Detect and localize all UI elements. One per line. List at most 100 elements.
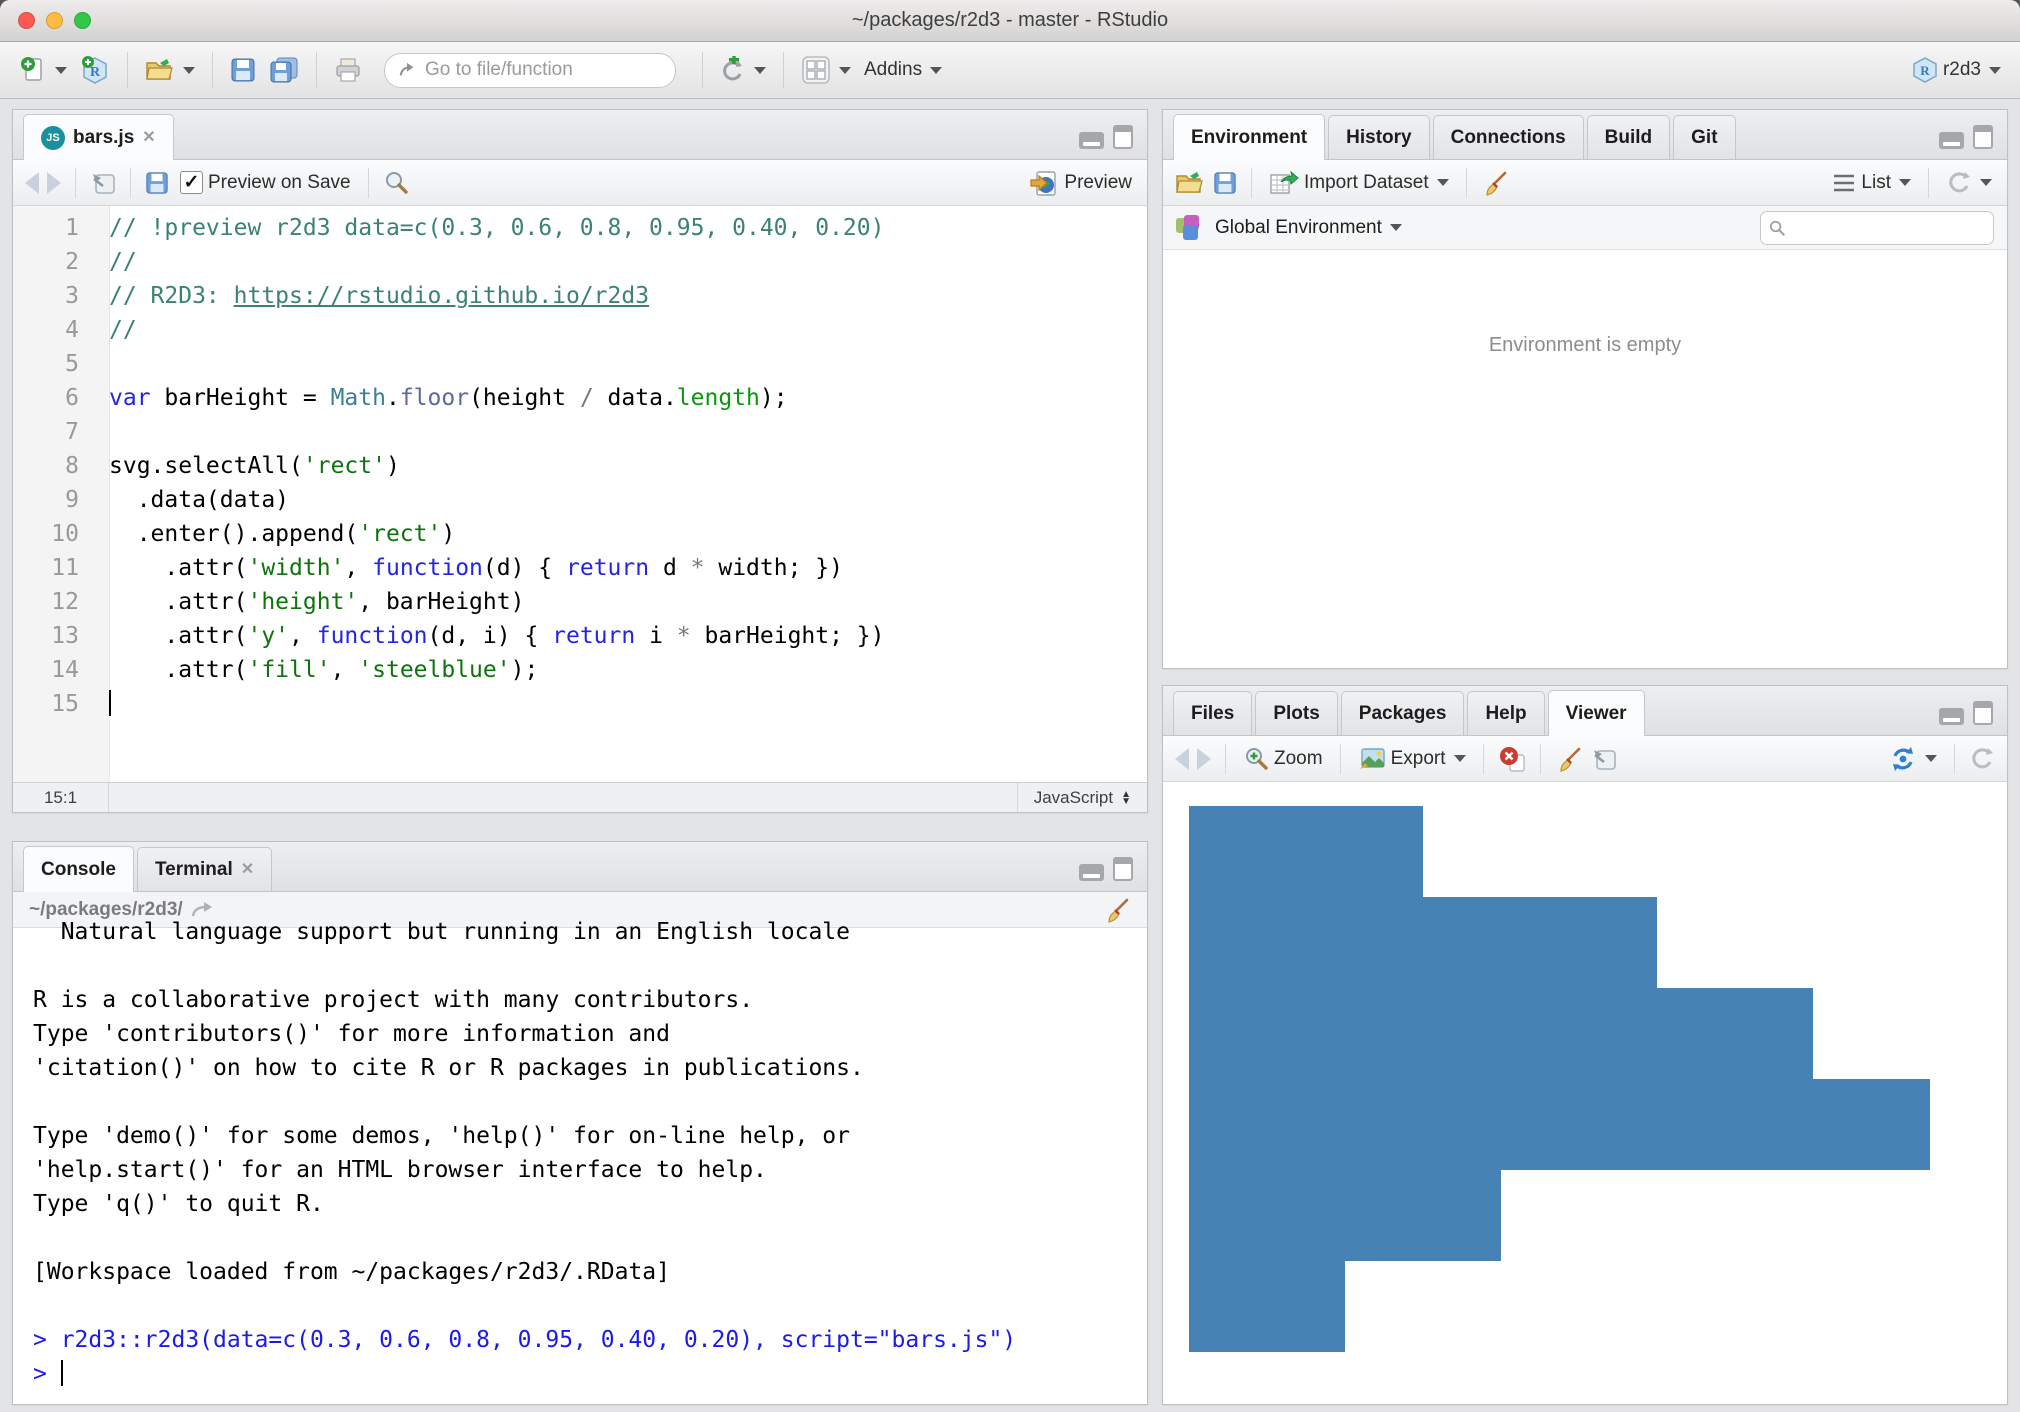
remove-viewer-item-icon[interactable] bbox=[1498, 745, 1526, 773]
list-label: List bbox=[1861, 172, 1891, 194]
chart-bar bbox=[1189, 897, 1657, 988]
line-number: 3 bbox=[13, 279, 95, 313]
goto-file-input[interactable] bbox=[425, 59, 662, 81]
svg-text:R: R bbox=[90, 65, 101, 80]
environment-tabstrip: Environment History Connections Build Gi… bbox=[1163, 110, 2007, 160]
code-line: 11 .attr('width', function(d) { return d… bbox=[13, 551, 1147, 585]
tab-help[interactable]: Help bbox=[1467, 691, 1544, 735]
zoom-label: Zoom bbox=[1274, 748, 1323, 770]
new-project-icon: R bbox=[80, 55, 110, 85]
clear-environment-broom-icon[interactable] bbox=[1481, 169, 1509, 197]
project-menu-button[interactable]: R r2d3 bbox=[1909, 54, 2004, 86]
forward-icon[interactable] bbox=[47, 172, 61, 194]
console-line: Natural language support but running in … bbox=[33, 915, 1147, 949]
tab-files[interactable]: Files bbox=[1173, 691, 1252, 735]
preview-button[interactable]: Preview bbox=[1026, 166, 1135, 200]
toolbar-separator bbox=[212, 52, 213, 88]
open-in-new-window-icon[interactable] bbox=[1591, 747, 1617, 771]
save-button[interactable] bbox=[227, 55, 259, 85]
maximize-pane-button[interactable] bbox=[1113, 857, 1133, 881]
search-icon[interactable] bbox=[383, 170, 409, 196]
code-line: 12 .attr('height', barHeight) bbox=[13, 585, 1147, 619]
tab-build[interactable]: Build bbox=[1587, 115, 1671, 159]
close-tab-icon[interactable] bbox=[241, 862, 254, 878]
close-window-button[interactable] bbox=[18, 12, 35, 29]
minimize-pane-button[interactable] bbox=[1939, 132, 1964, 149]
refresh-icon bbox=[1946, 170, 1972, 196]
maximize-pane-button[interactable] bbox=[1973, 701, 1993, 725]
chart-bar bbox=[1189, 1170, 1501, 1261]
minimize-pane-button[interactable] bbox=[1079, 864, 1104, 881]
code-line: 3// R2D3: https://rstudio.github.io/r2d3 bbox=[13, 279, 1147, 313]
clear-viewer-broom-icon[interactable] bbox=[1555, 745, 1583, 773]
refresh-environment-button[interactable] bbox=[1943, 168, 1995, 198]
line-number: 6 bbox=[13, 381, 95, 415]
language-selector[interactable]: JavaScript bbox=[1017, 783, 1147, 812]
tab-console[interactable]: Console bbox=[23, 846, 134, 892]
open-file-button[interactable] bbox=[142, 55, 198, 85]
maximize-pane-button[interactable] bbox=[1973, 125, 1993, 149]
toolbar-separator bbox=[130, 168, 131, 198]
open-in-new-window-icon[interactable] bbox=[90, 171, 116, 195]
preview-on-save-checkbox[interactable]: Preview on Save bbox=[177, 169, 354, 196]
export-button[interactable]: Export bbox=[1355, 745, 1469, 773]
list-view-button[interactable]: List bbox=[1829, 170, 1914, 196]
minimize-pane-button[interactable] bbox=[1939, 708, 1964, 725]
zoom-window-button[interactable] bbox=[74, 12, 91, 29]
chart-bar bbox=[1189, 988, 1813, 1079]
tab-terminal[interactable]: Terminal bbox=[137, 847, 272, 891]
console-line: Type 'demo()' for some demos, 'help()' f… bbox=[33, 1119, 1147, 1153]
tab-label: History bbox=[1346, 127, 1411, 149]
toolbar-separator bbox=[127, 52, 128, 88]
viewer-tabstrip: Files Plots Packages Help Viewer bbox=[1163, 686, 2007, 736]
zoom-button[interactable]: Zoom bbox=[1240, 744, 1326, 774]
back-icon[interactable] bbox=[1175, 748, 1189, 770]
toolbar-separator bbox=[1225, 744, 1226, 774]
environment-search-input[interactable] bbox=[1791, 217, 1985, 238]
tab-packages[interactable]: Packages bbox=[1341, 691, 1465, 735]
tab-environment[interactable]: Environment bbox=[1173, 114, 1325, 160]
refresh-icon[interactable] bbox=[1969, 746, 1995, 772]
addins-button[interactable]: Addins bbox=[861, 57, 945, 83]
tab-git[interactable]: Git bbox=[1673, 115, 1735, 159]
version-control-button[interactable] bbox=[717, 54, 769, 86]
environment-scope-selector[interactable]: Global Environment bbox=[1212, 215, 1405, 241]
new-project-button[interactable]: R bbox=[77, 53, 113, 87]
tab-bars-js[interactable]: JS bars.js bbox=[23, 114, 174, 160]
tab-label: Connections bbox=[1451, 127, 1566, 149]
back-icon[interactable] bbox=[25, 172, 39, 194]
sync-viewer-button[interactable] bbox=[1886, 743, 1940, 775]
viewer-content bbox=[1163, 782, 2007, 1404]
code-editor[interactable]: 1// !preview r2d3 data=c(0.3, 0.6, 0.8, … bbox=[13, 206, 1147, 782]
save-all-button[interactable] bbox=[266, 54, 302, 86]
line-number: 9 bbox=[13, 483, 95, 517]
editor-toolbar: Preview on Save Preview bbox=[13, 160, 1147, 206]
tab-connections[interactable]: Connections bbox=[1433, 115, 1584, 159]
print-button[interactable] bbox=[331, 55, 365, 85]
save-workspace-icon[interactable] bbox=[1213, 171, 1237, 195]
code-line: 7 bbox=[13, 415, 1147, 449]
toolbar-separator bbox=[1928, 168, 1929, 198]
tab-viewer[interactable]: Viewer bbox=[1548, 690, 1645, 736]
chart-bar bbox=[1189, 1261, 1345, 1352]
close-tab-icon[interactable] bbox=[142, 130, 155, 146]
maximize-pane-button[interactable] bbox=[1113, 125, 1133, 149]
forward-icon[interactable] bbox=[1197, 748, 1211, 770]
titlebar: ~/packages/r2d3 - master - RStudio bbox=[0, 0, 2020, 42]
toolbar-separator bbox=[702, 52, 703, 88]
save-all-icon bbox=[269, 56, 299, 84]
import-dataset-button[interactable]: Import Dataset bbox=[1266, 168, 1452, 198]
console-output[interactable]: Natural language support but running in … bbox=[13, 915, 1147, 1391]
toolbar-separator bbox=[368, 168, 369, 198]
pane-layout-button[interactable] bbox=[798, 53, 854, 87]
load-workspace-icon[interactable] bbox=[1175, 170, 1205, 196]
minimize-pane-button[interactable] bbox=[1079, 132, 1104, 149]
tab-label: Git bbox=[1691, 127, 1717, 149]
console-tabstrip: Console Terminal bbox=[13, 842, 1147, 892]
console-tab-label: Console bbox=[41, 859, 116, 881]
tab-plots[interactable]: Plots bbox=[1255, 691, 1337, 735]
save-icon[interactable] bbox=[145, 171, 169, 195]
tab-history[interactable]: History bbox=[1328, 115, 1429, 159]
new-file-button[interactable] bbox=[16, 54, 70, 86]
minimize-window-button[interactable] bbox=[46, 12, 63, 29]
